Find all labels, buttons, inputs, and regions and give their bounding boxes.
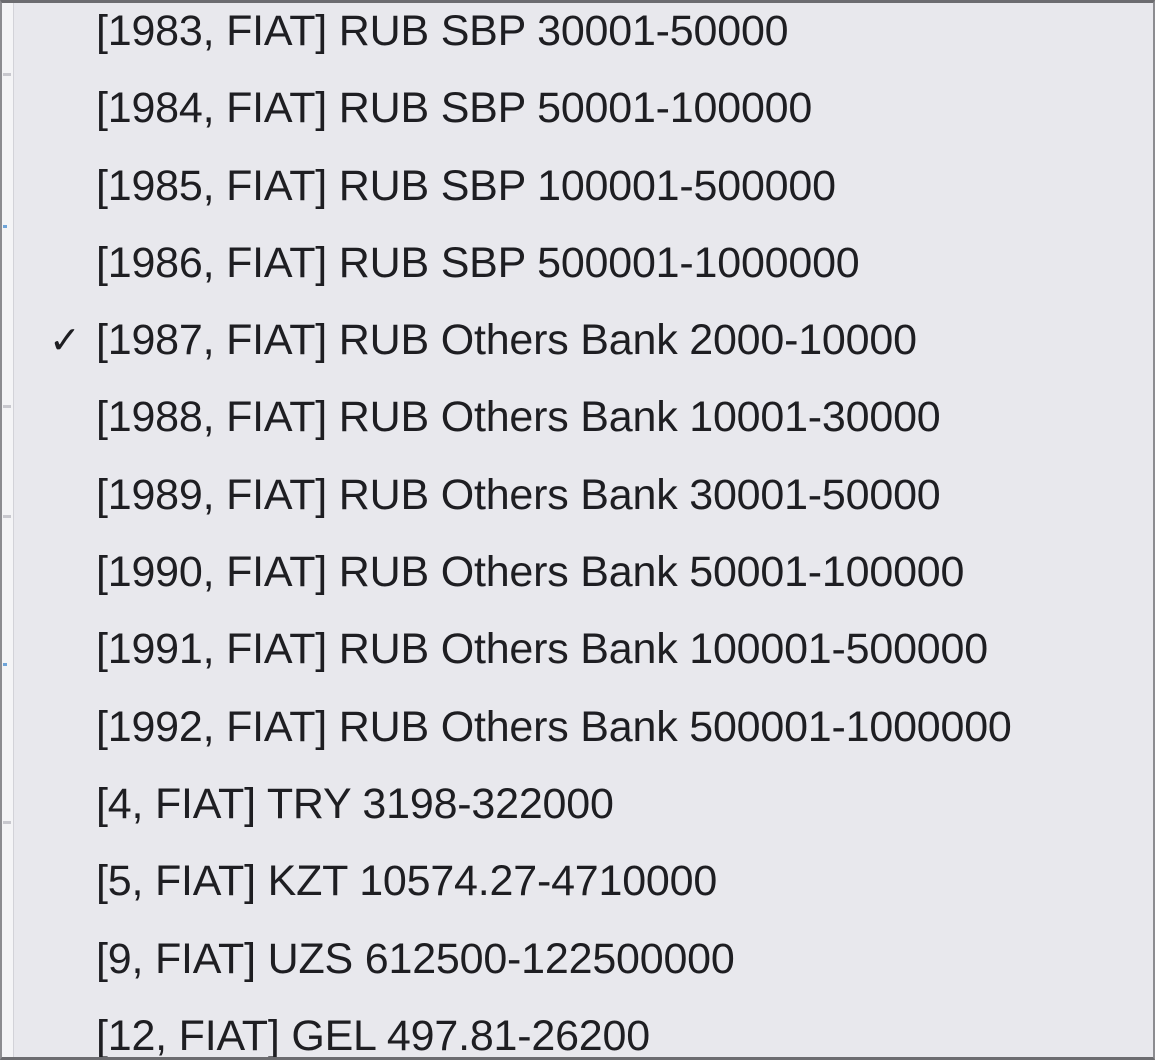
menu-option-selected[interactable]: ✓ [1987, FIAT] RUB Others Bank 2000-1000…: [2, 302, 1153, 379]
menu-option-list: [1983, FIAT] RUB SBP 30001-50000 [1984, …: [2, 3, 1153, 1060]
menu-option[interactable]: [1985, FIAT] RUB SBP 100001-500000: [2, 148, 1153, 225]
dropdown-menu: [1983, FIAT] RUB SBP 30001-50000 [1984, …: [0, 0, 1155, 1060]
menu-option[interactable]: [12, FIAT] GEL 497.81-26200: [2, 998, 1153, 1060]
checkmark-icon: ✓: [49, 318, 81, 363]
menu-option-label: [1983, FIAT] RUB SBP 30001-50000: [96, 7, 789, 55]
menu-option[interactable]: [1988, FIAT] RUB Others Bank 10001-30000: [2, 379, 1153, 456]
menu-option-label: [1989, FIAT] RUB Others Bank 30001-50000: [96, 470, 941, 519]
menu-option[interactable]: [9, FIAT] UZS 612500-122500000: [2, 921, 1153, 998]
menu-option[interactable]: [1984, FIAT] RUB SBP 50001-100000: [2, 70, 1153, 147]
menu-option-label: [9, FIAT] UZS 612500-122500000: [96, 934, 735, 983]
menu-option[interactable]: [1992, FIAT] RUB Others Bank 500001-1000…: [2, 689, 1153, 766]
menu-option-label: [12, FIAT] GEL 497.81-26200: [96, 1011, 650, 1060]
menu-option-label: [1986, FIAT] RUB SBP 500001-1000000: [96, 238, 860, 287]
menu-option[interactable]: [1989, FIAT] RUB Others Bank 30001-50000: [2, 457, 1153, 534]
menu-option[interactable]: [1990, FIAT] RUB Others Bank 50001-10000…: [2, 534, 1153, 611]
menu-option[interactable]: [1983, FIAT] RUB SBP 30001-50000: [2, 3, 1153, 70]
menu-option-label: [1985, FIAT] RUB SBP 100001-500000: [96, 161, 836, 210]
menu-option[interactable]: [1991, FIAT] RUB Others Bank 100001-5000…: [2, 611, 1153, 688]
menu-option[interactable]: [5, FIAT] KZT 10574.27-4710000: [2, 843, 1153, 920]
menu-option-label: [1992, FIAT] RUB Others Bank 500001-1000…: [96, 702, 1012, 751]
menu-option[interactable]: [4, FIAT] TRY 3198-322000: [2, 766, 1153, 843]
menu-option-label: [1991, FIAT] RUB Others Bank 100001-5000…: [96, 625, 988, 674]
menu-option[interactable]: [1986, FIAT] RUB SBP 500001-1000000: [2, 225, 1153, 302]
menu-option-label: [1987, FIAT] RUB Others Bank 2000-10000: [96, 316, 917, 365]
menu-option-label: [4, FIAT] TRY 3198-322000: [96, 779, 614, 828]
menu-option-label: [1984, FIAT] RUB SBP 50001-100000: [96, 84, 813, 133]
menu-option-label: [5, FIAT] KZT 10574.27-4710000: [96, 857, 718, 906]
menu-option-label: [1990, FIAT] RUB Others Bank 50001-10000…: [96, 548, 965, 597]
menu-option-label: [1988, FIAT] RUB Others Bank 10001-30000: [96, 393, 941, 442]
